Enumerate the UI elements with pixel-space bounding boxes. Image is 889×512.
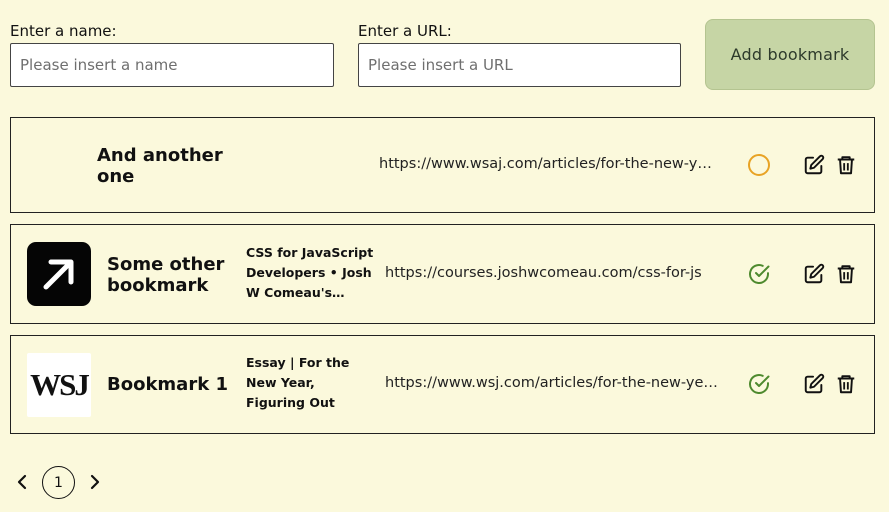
bookmark-card: And another one https://www.wsaj.com/art… [10, 117, 875, 213]
bookmark-url[interactable]: https://www.wsj.com/articles/for-the-new… [385, 375, 721, 391]
bookmark-url[interactable]: https://courses.joshwcomeau.com/css-for-… [385, 265, 721, 281]
trash-icon[interactable] [835, 154, 857, 176]
circle-icon [748, 154, 770, 176]
page-1-button[interactable]: 1 [42, 466, 75, 499]
bookmark-card: Some other bookmark CSS for JavaScript D… [10, 224, 875, 324]
bookmark-description: Essay | For the New Year, Figuring Out W… [246, 355, 350, 410]
edit-icon[interactable] [803, 263, 825, 285]
add-bookmark-form: Enter a name: Enter a URL: Add bookmark [0, 0, 889, 100]
url-input[interactable] [358, 43, 681, 87]
trash-icon[interactable] [835, 373, 857, 395]
pagination: 1 [0, 465, 200, 499]
bookmark-description: CSS for JavaScript Developers • Josh W C… [246, 245, 374, 300]
bookmark-thumbnail: WSJ [27, 353, 91, 417]
name-label: Enter a name: [10, 22, 117, 40]
wsj-logo: WSJ [30, 367, 90, 402]
bookmark-url[interactable]: https://www.wsaj.com/articles/for-the-ne… [379, 156, 715, 172]
chevron-right-icon[interactable] [86, 473, 104, 491]
bookmark-card: WSJ Bookmark 1 Essay | For the New Year,… [10, 335, 875, 434]
check-circle-icon [749, 374, 770, 394]
edit-icon[interactable] [803, 154, 825, 176]
chevron-left-icon[interactable] [13, 473, 31, 491]
name-input[interactable] [10, 43, 334, 87]
check-circle-icon [749, 264, 770, 284]
arrow-up-right-icon [43, 259, 74, 290]
bookmark-name: Bookmark 1 [107, 374, 228, 395]
bookmark-name: And another one [97, 145, 223, 187]
trash-icon[interactable] [835, 263, 857, 285]
url-label: Enter a URL: [358, 22, 452, 40]
add-bookmark-button[interactable]: Add bookmark [705, 19, 875, 90]
bookmark-name: Some other bookmark [107, 254, 225, 296]
bookmark-thumbnail [27, 242, 91, 306]
edit-icon[interactable] [803, 373, 825, 395]
